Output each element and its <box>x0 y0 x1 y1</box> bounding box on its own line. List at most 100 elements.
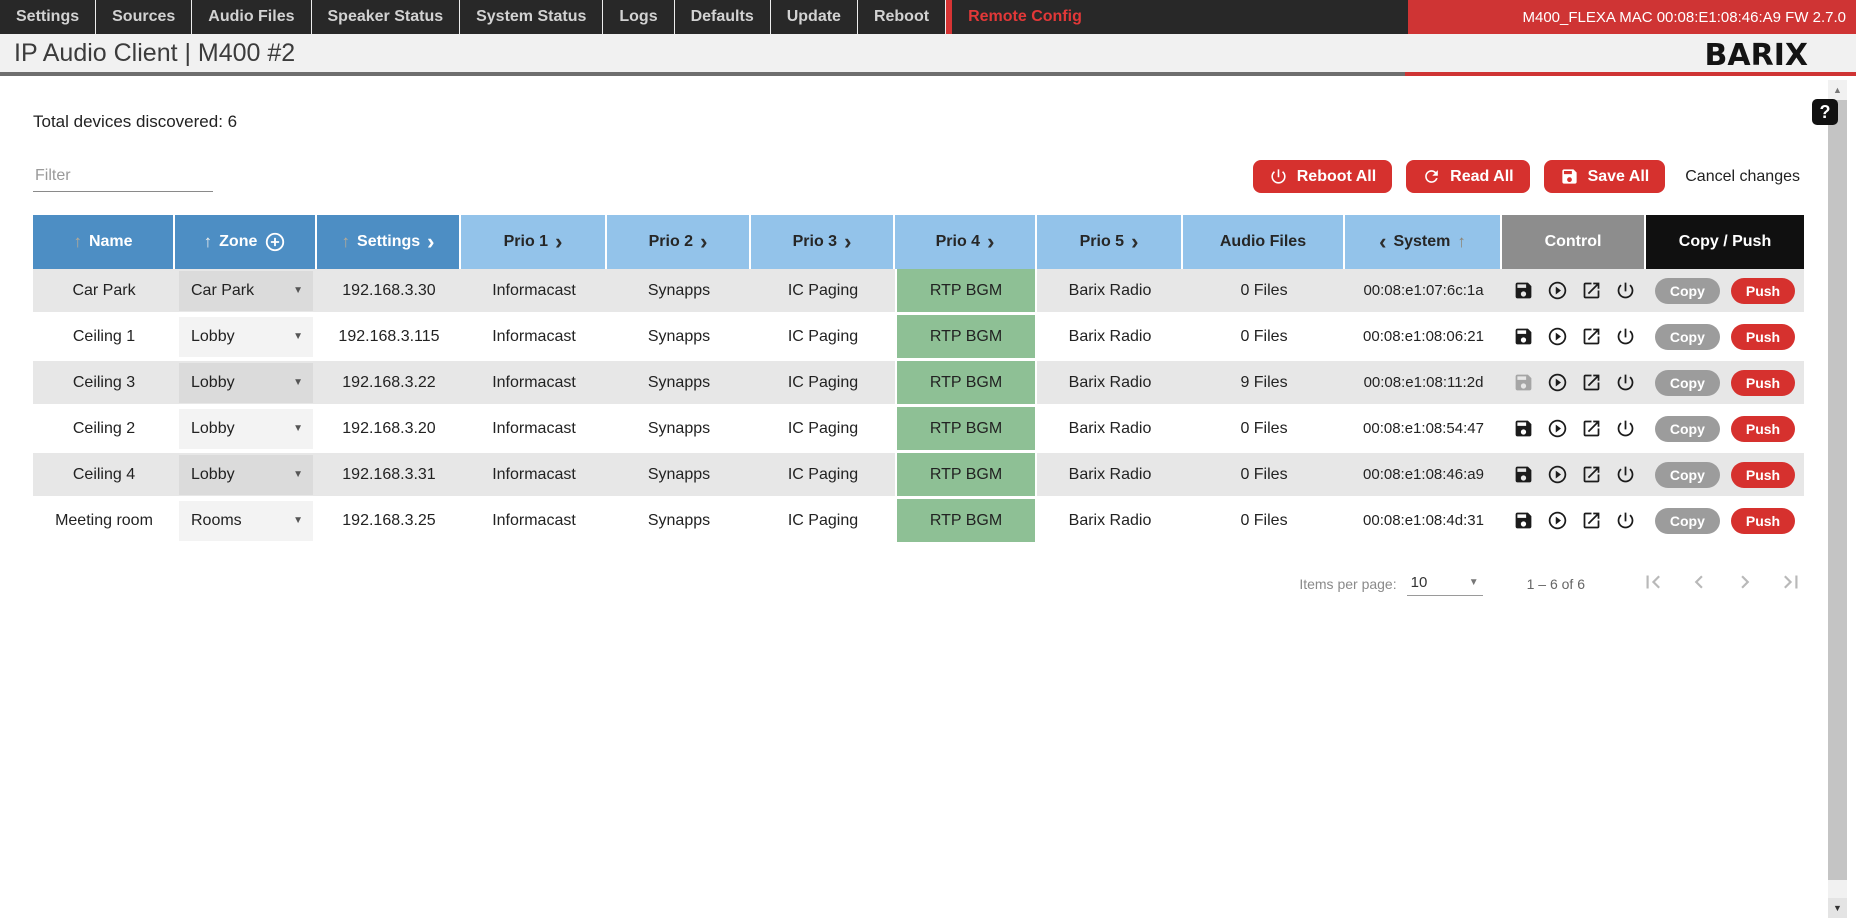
device-mac-cell: 00:08:e1:08:11:2d <box>1345 361 1502 404</box>
scrollbar-down-arrow[interactable]: ▼ <box>1828 898 1847 918</box>
zone-select[interactable]: Lobby ▼ <box>179 409 313 449</box>
power-icon-button[interactable] <box>1615 372 1636 393</box>
zone-value: Lobby <box>191 466 235 484</box>
chevron-down-icon: ▼ <box>293 515 303 526</box>
column-header-prio2[interactable]: Prio 2 › <box>607 215 749 269</box>
prio1-cell: Informacast <box>461 315 607 358</box>
previous-page-button[interactable] <box>1686 569 1712 598</box>
tab-defaults[interactable]: Defaults <box>675 0 771 34</box>
tab-remote-config[interactable]: Remote Config <box>946 0 1098 34</box>
power-icon-button[interactable] <box>1615 418 1636 439</box>
save-icon-button[interactable] <box>1513 418 1534 439</box>
column-header-prio3[interactable]: Prio 3 › <box>751 215 893 269</box>
open-in-new-icon-button[interactable] <box>1581 326 1602 347</box>
save-icon-button[interactable] <box>1513 464 1534 485</box>
help-button[interactable]: ? <box>1812 99 1838 125</box>
tab-reboot[interactable]: Reboot <box>858 0 946 34</box>
zone-select[interactable]: Rooms ▼ <box>179 501 313 541</box>
play-icon-button[interactable] <box>1547 280 1568 301</box>
push-button[interactable]: Push <box>1731 416 1795 442</box>
zone-cell: Lobby ▼ <box>175 407 317 450</box>
column-header-prio4[interactable]: Prio 4 › <box>895 215 1035 269</box>
tab-audio-files[interactable]: Audio Files <box>192 0 311 34</box>
copy-button[interactable]: Copy <box>1655 508 1720 534</box>
items-per-page-value: 10 <box>1411 574 1428 591</box>
column-header-name[interactable]: ↑ Name <box>33 215 173 269</box>
tab-settings[interactable]: Settings <box>0 0 96 34</box>
tab-speaker-status[interactable]: Speaker Status <box>312 0 461 34</box>
column-header-settings[interactable]: ↑ Settings › <box>317 215 459 269</box>
push-button[interactable]: Push <box>1731 278 1795 304</box>
push-button[interactable]: Push <box>1731 462 1795 488</box>
add-zone-button[interactable] <box>264 231 286 253</box>
chevron-down-icon: ▼ <box>1469 577 1479 588</box>
power-icon-button[interactable] <box>1615 326 1636 347</box>
power-icon-button[interactable] <box>1615 464 1636 485</box>
column-header-settings-label: Settings <box>357 233 420 251</box>
save-icon-button[interactable] <box>1513 372 1534 393</box>
tab-system-status[interactable]: System Status <box>460 0 603 34</box>
copy-button[interactable]: Copy <box>1655 278 1720 304</box>
items-per-page-label: Items per page: <box>1299 576 1396 592</box>
device-mac-cell: 00:08:e1:08:54:47 <box>1345 407 1502 450</box>
zone-select[interactable]: Lobby ▼ <box>179 455 313 495</box>
column-header-zone[interactable]: ↑ Zone <box>175 215 315 269</box>
open-in-new-icon-button[interactable] <box>1581 510 1602 531</box>
column-header-system[interactable]: ‹ System ↑ <box>1345 215 1500 269</box>
chevron-right-icon: › <box>427 231 434 253</box>
column-header-prio5[interactable]: Prio 5 › <box>1037 215 1181 269</box>
header-red-underline <box>1405 72 1856 76</box>
column-header-prio1[interactable]: Prio 1 › <box>461 215 605 269</box>
tab-logs[interactable]: Logs <box>603 0 674 34</box>
device-name-cell: Ceiling 3 <box>33 361 175 404</box>
save-icon-button[interactable] <box>1513 510 1534 531</box>
next-page-button[interactable] <box>1732 569 1758 598</box>
reboot-all-button[interactable]: Reboot All <box>1253 160 1392 193</box>
column-header-control-label: Control <box>1545 233 1602 251</box>
items-per-page-select[interactable]: 10 ▼ <box>1407 571 1483 596</box>
zone-select[interactable]: Lobby ▼ <box>179 363 313 403</box>
open-in-new-icon-button[interactable] <box>1581 418 1602 439</box>
zone-select[interactable]: Car Park ▼ <box>179 271 313 311</box>
save-icon-button[interactable] <box>1513 326 1534 347</box>
save-all-button[interactable]: Save All <box>1544 160 1666 193</box>
copy-button[interactable]: Copy <box>1655 462 1720 488</box>
power-icon-button[interactable] <box>1615 510 1636 531</box>
last-page-button[interactable] <box>1778 569 1804 598</box>
copy-button[interactable]: Copy <box>1655 370 1720 396</box>
chevron-down-icon: ▼ <box>293 469 303 480</box>
play-icon-button[interactable] <box>1547 510 1568 531</box>
push-button[interactable]: Push <box>1731 370 1795 396</box>
copy-button[interactable]: Copy <box>1655 416 1720 442</box>
column-header-audio-files[interactable]: Audio Files <box>1183 215 1343 269</box>
cancel-changes-button[interactable]: Cancel changes <box>1685 168 1800 186</box>
column-header-system-label: System <box>1393 233 1450 251</box>
play-icon-button[interactable] <box>1547 372 1568 393</box>
chevron-left-icon: ‹ <box>1379 231 1386 253</box>
column-header-prio1-label: Prio 1 <box>504 233 548 251</box>
device-mac-cell: 00:08:e1:08:06:21 <box>1345 315 1502 358</box>
chevron-right-icon: › <box>844 231 851 253</box>
tab-update[interactable]: Update <box>771 0 858 34</box>
scrollbar-thumb[interactable] <box>1828 100 1847 880</box>
push-button[interactable]: Push <box>1731 508 1795 534</box>
open-in-new-icon-button[interactable] <box>1581 464 1602 485</box>
table-row: Meeting room Rooms ▼ 192.168.3.25 Inform… <box>33 499 1804 545</box>
prio1-cell: Informacast <box>461 453 607 496</box>
copy-button[interactable]: Copy <box>1655 324 1720 350</box>
open-in-new-icon-button[interactable] <box>1581 372 1602 393</box>
power-icon-button[interactable] <box>1615 280 1636 301</box>
filter-input[interactable] <box>33 161 213 192</box>
tab-sources[interactable]: Sources <box>96 0 192 34</box>
read-all-button[interactable]: Read All <box>1406 160 1529 193</box>
play-icon-button[interactable] <box>1547 464 1568 485</box>
play-icon-button[interactable] <box>1547 326 1568 347</box>
zone-select[interactable]: Lobby ▼ <box>179 317 313 357</box>
save-icon-button[interactable] <box>1513 280 1534 301</box>
scrollbar-up-arrow[interactable]: ▲ <box>1828 80 1847 100</box>
table-row: Ceiling 3 Lobby ▼ 192.168.3.22 Informaca… <box>33 361 1804 407</box>
first-page-button[interactable] <box>1640 569 1666 598</box>
open-in-new-icon-button[interactable] <box>1581 280 1602 301</box>
play-icon-button[interactable] <box>1547 418 1568 439</box>
push-button[interactable]: Push <box>1731 324 1795 350</box>
